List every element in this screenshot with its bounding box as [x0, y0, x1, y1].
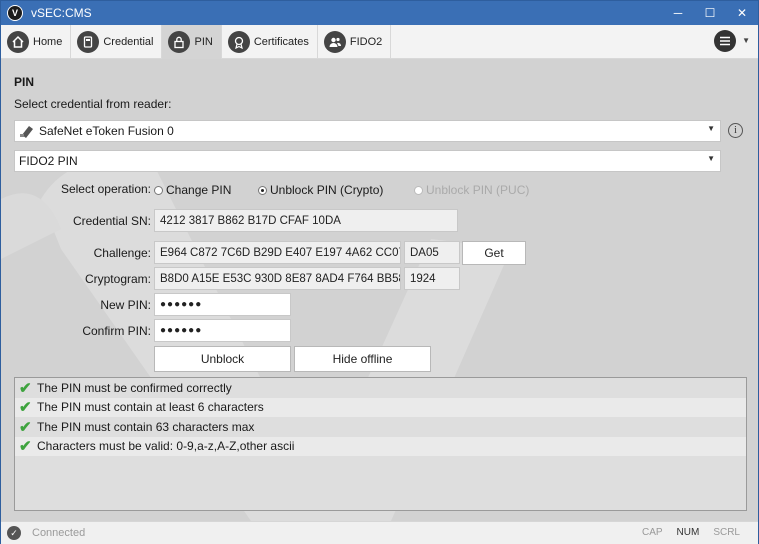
confirm-pin-label: Confirm PIN:: [82, 324, 151, 338]
check-icon: ✔: [19, 438, 32, 456]
reader-select-value: SafeNet eToken Fusion 0: [39, 124, 174, 138]
challenge-label: Challenge:: [93, 246, 151, 260]
radio-dot: [154, 185, 163, 195]
challenge-suffix-field: DA05: [404, 241, 460, 264]
confirm-pin-field[interactable]: ●●●●●●: [154, 319, 291, 342]
caps-lock-indicator: CAP: [641, 527, 663, 538]
app-window: V vSEC:CMS ─ ☐ ✕ Home Credential PIN Cer…: [0, 0, 759, 544]
list-item: ✔ Characters must be valid: 0-9,a-z,A-Z,…: [15, 436, 746, 456]
certificate-icon: [227, 31, 250, 53]
main-toolbar: Home Credential PIN Certificates FIDO2 ▼: [1, 25, 758, 59]
window-title: vSEC:CMS: [31, 6, 92, 20]
new-pin-field[interactable]: ●●●●●●: [154, 293, 291, 316]
chevron-down-icon: ▼: [707, 124, 715, 133]
get-button[interactable]: Get: [462, 241, 526, 265]
chevron-down-icon: ▼: [707, 154, 715, 163]
radio-label: Unblock PIN (Crypto): [270, 183, 384, 197]
minimize-button[interactable]: ─: [662, 1, 694, 25]
requirement-text: The PIN must contain at least 6 characte…: [37, 400, 264, 415]
tab-fido2[interactable]: FIDO2: [318, 25, 392, 59]
list-item: ✔ The PIN must contain 63 characters max: [15, 417, 746, 437]
key-indicators: CAP NUM SCRL: [642, 527, 740, 538]
window-controls: ─ ☐ ✕: [662, 1, 758, 25]
fido2-users-icon: [323, 31, 346, 53]
info-icon[interactable]: i: [728, 123, 743, 138]
cryptogram-field[interactable]: B8D0 A15E E53C 930D 8E87 8AD4 F764 BB58: [154, 267, 401, 290]
credential-icon: [77, 31, 100, 53]
select-reader-label: Select credential from reader:: [14, 97, 172, 111]
tab-label: FIDO2: [349, 36, 383, 48]
radio-label: Unblock PIN (PUC): [426, 183, 530, 197]
radio-dot: [414, 185, 423, 195]
home-icon: [7, 31, 29, 53]
tab-home[interactable]: Home: [1, 25, 72, 59]
operation-label: Select operation:: [60, 182, 151, 196]
requirement-text: Characters must be valid: 0-9,a-z,A-Z,ot…: [37, 439, 295, 454]
pin-type-value: FIDO2 PIN: [19, 154, 78, 168]
scroll-lock-indicator: SCRL: [713, 527, 740, 538]
check-icon: ✔: [19, 418, 32, 436]
check-icon: ✔: [19, 379, 32, 397]
reader-select[interactable]: SafeNet eToken Fusion 0 ▼: [14, 120, 721, 142]
pin-type-select[interactable]: FIDO2 PIN ▼: [14, 150, 721, 172]
maximize-button[interactable]: ☐: [694, 1, 726, 25]
list-item: ✔ The PIN must be confirmed correctly: [15, 378, 746, 398]
tab-pin[interactable]: PIN: [162, 25, 222, 59]
menu-caret-icon[interactable]: ▼: [742, 36, 750, 45]
pin-panel: PIN Select credential from reader: SafeN…: [1, 59, 758, 521]
radio-unblock-pin-crypto[interactable]: Unblock PIN (Crypto): [258, 183, 383, 197]
cryptogram-label: Cryptogram:: [84, 272, 151, 286]
tab-label: PIN: [194, 36, 213, 48]
hamburger-menu-icon[interactable]: [714, 30, 736, 52]
requirement-text: The PIN must be confirmed correctly: [37, 380, 232, 395]
hide-offline-button[interactable]: Hide offline: [294, 346, 431, 372]
section-title: PIN: [14, 75, 35, 89]
tab-label: Certificates: [253, 36, 309, 48]
lock-icon: [168, 31, 191, 53]
connection-status-icon: ✓: [7, 526, 21, 540]
credential-sn-label: Credential SN:: [72, 214, 151, 228]
tab-credential[interactable]: Credential: [71, 25, 163, 59]
list-item: ✔ The PIN must contain at least 6 charac…: [15, 397, 746, 417]
status-bar: ✓ Connected CAP NUM SCRL: [1, 521, 758, 544]
check-icon: ✔: [19, 399, 32, 417]
close-button[interactable]: ✕: [726, 1, 758, 25]
cryptogram-suffix-field[interactable]: 1924: [404, 267, 460, 290]
tab-certificates[interactable]: Certificates: [222, 25, 318, 59]
status-text: Connected: [32, 527, 86, 539]
tab-label: Credential: [103, 36, 154, 48]
requirement-text: The PIN must contain 63 characters max: [37, 419, 255, 434]
new-pin-label: New PIN:: [100, 298, 151, 312]
challenge-field: E964 C872 7C6D B29D E407 E197 4A62 CC07: [154, 241, 401, 264]
pin-requirements-list: ✔ The PIN must be confirmed correctly ✔ …: [14, 377, 747, 511]
radio-label: Change PIN: [166, 183, 232, 197]
radio-dot: [258, 185, 267, 195]
app-logo: V: [7, 5, 23, 21]
radio-change-pin[interactable]: Change PIN: [154, 183, 231, 197]
radio-unblock-pin-puc[interactable]: Unblock PIN (PUC): [414, 183, 529, 197]
num-lock-indicator: NUM: [676, 527, 700, 538]
tab-label: Home: [33, 36, 63, 48]
credential-sn-field: 4212 3817 B862 B17D CFAF 10DA: [154, 209, 458, 232]
title-bar: V vSEC:CMS ─ ☐ ✕: [1, 1, 758, 25]
usb-token-icon: [19, 124, 35, 138]
unblock-button[interactable]: Unblock: [154, 346, 291, 372]
